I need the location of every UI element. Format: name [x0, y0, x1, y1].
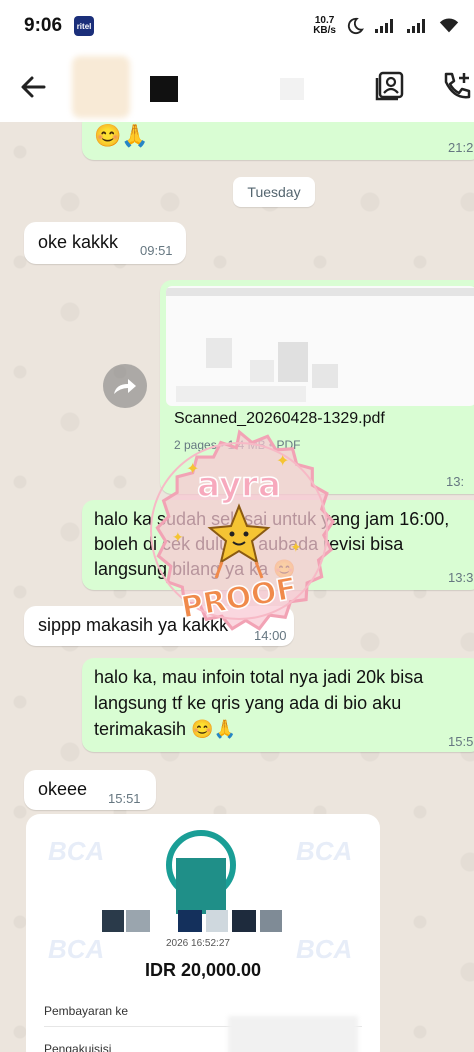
sparkle-icon: ✦ [276, 453, 289, 470]
payment-receipt-image[interactable]: BCA BCA BCA BCA 2026 16:52:27 IDR 20,000… [26, 814, 380, 1052]
message-outgoing[interactable]: halo ka, mau infoin total nya jadi 20k b… [82, 658, 474, 752]
document-preview-thumbnail[interactable] [166, 286, 474, 406]
message-outgoing-partial[interactable]: 😊🙏 21:2 [82, 122, 474, 160]
redacted-block [176, 858, 226, 914]
forward-icon [114, 379, 136, 394]
message-text-line: terimakasih 😊🙏 [94, 719, 236, 739]
redacted-pixels [102, 910, 302, 932]
receipt-label: Pengakuisisi [44, 1042, 112, 1052]
bank-watermark: BCA [48, 836, 105, 866]
redacted-value [228, 1016, 358, 1052]
network-speed: 10.7 KB/s [313, 15, 336, 36]
message-incoming[interactable]: oke kakkk 09:51 [24, 222, 186, 264]
sparkle-icon: ✦ [290, 539, 302, 555]
sparkle-icon: ✦ [186, 461, 199, 478]
back-arrow-icon[interactable] [18, 72, 48, 102]
stamp-text-top: ayra [197, 465, 281, 505]
chat-header [0, 52, 474, 122]
add-call-icon[interactable] [440, 70, 474, 102]
message-text-line: halo ka, mau infoin total nya jadi 20k b… [94, 667, 424, 687]
message-time: 15:5 [448, 734, 474, 749]
message-time: 15:51 [108, 791, 141, 806]
sparkle-icon: ✦ [172, 529, 184, 545]
do-not-disturb-icon [347, 17, 364, 35]
proof-stamp-watermark: ayra PROOF ✦ ✦ ✦ ✦ [150, 429, 336, 631]
message-text: oke kakkk [38, 232, 119, 252]
signal-icon [375, 19, 393, 33]
status-bar: 9:06 ritel 10.7 KB/s [0, 0, 474, 52]
receipt-label: Pembayaran ke [44, 1004, 129, 1018]
signal-icon-2 [407, 19, 425, 33]
status-time: 9:06 [24, 15, 63, 36]
message-time: 09:51 [140, 243, 173, 258]
message-text: 😊🙏 [94, 123, 149, 148]
contact-card-icon[interactable] [374, 70, 406, 102]
notification-app-icon: ritel [74, 16, 95, 36]
receipt-timestamp: 2026 16:52:27 [166, 938, 230, 949]
message-incoming[interactable]: okeee 15:51 [24, 770, 156, 810]
message-time: 13: [446, 474, 465, 489]
forward-button[interactable] [103, 364, 147, 408]
message-time: 21:2 [448, 140, 474, 155]
message-time: 13:3 [448, 570, 474, 585]
contact-name-redacted[interactable] [150, 76, 178, 102]
status-icons: 10.7 KB/s [313, 16, 460, 36]
receipt-amount: IDR 20,000.00 [144, 960, 262, 980]
contact-avatar[interactable] [72, 56, 130, 118]
message-text-line: langsung tf ke qris yang ada di bio aku [94, 693, 402, 713]
bank-watermark: BCA [296, 836, 353, 866]
date-divider: Tuesday [233, 177, 315, 207]
wifi-icon [439, 18, 459, 33]
message-text: okeee [38, 779, 88, 799]
contact-status-redacted [280, 78, 304, 100]
